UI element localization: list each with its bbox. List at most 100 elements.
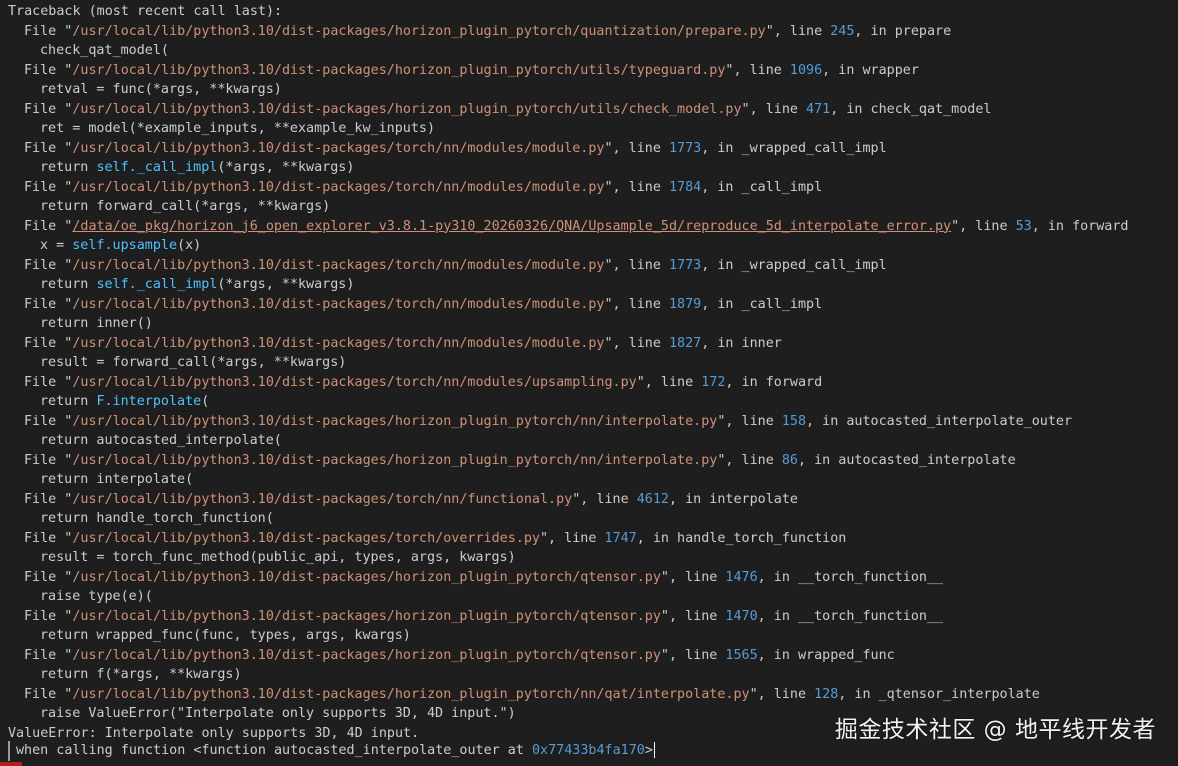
line-number: 1773 bbox=[668, 140, 702, 156]
function-name: autocasted_interpolate_outer bbox=[846, 413, 1073, 429]
traceback-frame-line: File "/usr/local/lib/python3.10/dist-pac… bbox=[24, 452, 1016, 468]
code-symbol: self._call_impl bbox=[96, 277, 218, 292]
line-number: 86 bbox=[781, 452, 798, 468]
file-path-link[interactable]: /usr/local/lib/python3.10/dist-packages/… bbox=[72, 570, 661, 585]
source-code-line: result = torch_func_method(public_api, t… bbox=[8, 548, 1178, 568]
source-code-text: result = forward_call(*args, **kwargs) bbox=[40, 355, 347, 370]
file-path-link[interactable]: /usr/local/lib/python3.10/dist-packages/… bbox=[72, 648, 661, 663]
file-path-link[interactable]: /usr/local/lib/python3.10/dist-packages/… bbox=[72, 531, 540, 546]
source-code-text: (*args, **kwargs) bbox=[217, 277, 355, 292]
function-name: forward bbox=[765, 374, 823, 390]
traceback-frame-line: File "/usr/local/lib/python3.10/dist-pac… bbox=[24, 101, 992, 117]
source-code-text: ret = model(*example_inputs, **example_k… bbox=[40, 121, 436, 136]
line-number: 471 bbox=[806, 101, 831, 117]
line-number: 1470 bbox=[725, 608, 758, 624]
traceback-frame-line: File "/usr/local/lib/python3.10/dist-pac… bbox=[24, 413, 1073, 429]
watermark: 掘金技术社区 @ 地平线开发者 bbox=[834, 717, 1156, 743]
function-name: _call_impl bbox=[741, 296, 823, 312]
function-name: _call_impl bbox=[741, 179, 823, 195]
source-code-line: return f(*args, **kwargs) bbox=[8, 665, 1178, 685]
line-number: 1879 bbox=[668, 296, 702, 312]
source-code-text: return forward_call(*args, **kwargs) bbox=[40, 199, 331, 214]
file-path-link[interactable]: /usr/local/lib/python3.10/dist-packages/… bbox=[72, 63, 725, 78]
file-path-link[interactable]: /usr/local/lib/python3.10/dist-packages/… bbox=[72, 102, 741, 117]
traceback-frame-line: File "/data/oe_pkg/horizon_j6_open_explo… bbox=[24, 218, 1129, 234]
source-code-line: return forward_call(*args, **kwargs) bbox=[8, 197, 1178, 217]
source-code-line: check_qat_model( bbox=[8, 41, 1178, 61]
line-number: 172 bbox=[701, 374, 726, 390]
function-name: interpolate bbox=[709, 491, 798, 507]
source-code-line: retval = func(*args, **kwargs) bbox=[8, 80, 1178, 100]
corner-indicator bbox=[0, 762, 22, 766]
file-path-link[interactable]: /usr/local/lib/python3.10/dist-packages/… bbox=[72, 180, 604, 195]
source-code-text: return interpolate( bbox=[40, 472, 194, 487]
source-code-line: return inner() bbox=[8, 314, 1178, 334]
source-code-text: return autocasted_interpolate( bbox=[40, 433, 282, 448]
source-code-text: return bbox=[40, 394, 97, 409]
file-path-link[interactable]: /data/oe_pkg/horizon_j6_open_explorer_v3… bbox=[72, 219, 951, 234]
line-number: 1773 bbox=[668, 257, 702, 273]
function-name: _wrapped_call_impl bbox=[741, 140, 887, 156]
traceback-frame-line: File "/usr/local/lib/python3.10/dist-pac… bbox=[24, 179, 823, 195]
source-code-text: check_qat_model( bbox=[40, 43, 169, 58]
file-path-link[interactable]: /usr/local/lib/python3.10/dist-packages/… bbox=[72, 336, 604, 351]
source-code-text: result = torch_func_method(public_api, t… bbox=[40, 550, 516, 565]
source-code-line: result = forward_call(*args, **kwargs) bbox=[8, 353, 1178, 373]
function-name: autocasted_interpolate bbox=[838, 452, 1016, 468]
source-code-text: x = bbox=[40, 238, 73, 253]
line-number: 245 bbox=[830, 23, 855, 39]
file-path-link[interactable]: /usr/local/lib/python3.10/dist-packages/… bbox=[72, 258, 604, 273]
file-path-link[interactable]: /usr/local/lib/python3.10/dist-packages/… bbox=[72, 414, 717, 429]
memory-address: 0x77433b4fa170 bbox=[531, 743, 645, 758]
traceback-frame-line: File "/usr/local/lib/python3.10/dist-pac… bbox=[24, 686, 1040, 702]
source-code-line: return F.interpolate( bbox=[8, 392, 1178, 412]
source-code-line: return self._call_impl(*args, **kwargs) bbox=[8, 275, 1178, 295]
line-number: 128 bbox=[814, 686, 839, 702]
source-code-text: raise type(e)( bbox=[40, 589, 153, 604]
line-number: 4612 bbox=[636, 491, 669, 507]
source-code-text: retval = func(*args, **kwargs) bbox=[40, 82, 282, 97]
function-name: check_qat_model bbox=[870, 101, 992, 117]
traceback-frame-line: File "/usr/local/lib/python3.10/dist-pac… bbox=[24, 335, 782, 351]
function-name: wrapped_func bbox=[797, 647, 895, 663]
source-code-line: raise type(e)( bbox=[8, 587, 1178, 607]
source-code-text: ( bbox=[201, 394, 210, 409]
source-code-text: return bbox=[40, 277, 97, 292]
function-name: inner bbox=[741, 335, 782, 351]
source-code-text: return bbox=[40, 160, 97, 175]
line-number: 158 bbox=[781, 413, 807, 429]
tail-text: when calling function <function autocast… bbox=[16, 743, 532, 758]
file-path-link[interactable]: /usr/local/lib/python3.10/dist-packages/… bbox=[72, 453, 717, 468]
text-cursor bbox=[653, 742, 655, 758]
traceback-frame-line: File "/usr/local/lib/python3.10/dist-pac… bbox=[24, 140, 887, 156]
function-name: __torch_function__ bbox=[797, 608, 944, 624]
file-path-link[interactable]: /usr/local/lib/python3.10/dist-packages/… bbox=[72, 375, 636, 390]
file-path-link[interactable]: /usr/local/lib/python3.10/dist-packages/… bbox=[72, 492, 572, 507]
source-code-text: (x) bbox=[177, 238, 202, 253]
file-path-link[interactable]: /usr/local/lib/python3.10/dist-packages/… bbox=[72, 687, 749, 702]
terminal-output: Traceback (most recent call last): File … bbox=[8, 2, 1178, 743]
code-symbol: self._call_impl bbox=[96, 160, 218, 175]
traceback-frame-line: File "/usr/local/lib/python3.10/dist-pac… bbox=[24, 62, 919, 78]
function-name: prepare bbox=[894, 23, 952, 39]
file-path-link[interactable]: /usr/local/lib/python3.10/dist-packages/… bbox=[72, 609, 661, 624]
source-code-line: ret = model(*example_inputs, **example_k… bbox=[8, 119, 1178, 139]
function-name: forward bbox=[1072, 218, 1129, 234]
function-name: __torch_function__ bbox=[797, 569, 944, 585]
traceback-frames: File "/usr/local/lib/python3.10/dist-pac… bbox=[8, 22, 1178, 724]
traceback-frame-line: File "/usr/local/lib/python3.10/dist-pac… bbox=[24, 608, 944, 624]
function-name: _wrapped_call_impl bbox=[741, 257, 887, 273]
file-path-link[interactable]: /usr/local/lib/python3.10/dist-packages/… bbox=[72, 141, 604, 156]
code-symbol: F.interpolate bbox=[96, 394, 202, 409]
file-path-link[interactable]: /usr/local/lib/python3.10/dist-packages/… bbox=[72, 24, 765, 39]
line-number: 1784 bbox=[668, 179, 702, 195]
traceback-frame-line: File "/usr/local/lib/python3.10/dist-pac… bbox=[24, 23, 952, 39]
source-code-line: return wrapped_func(func, types, args, k… bbox=[8, 626, 1178, 646]
line-number: 1827 bbox=[668, 335, 702, 351]
code-symbol: self.upsample bbox=[72, 238, 178, 253]
error-context-line: when calling function <function autocast… bbox=[8, 741, 655, 761]
source-code-line: return autocasted_interpolate( bbox=[8, 431, 1178, 451]
source-code-text: return inner() bbox=[40, 316, 153, 331]
traceback-frame-line: File "/usr/local/lib/python3.10/dist-pac… bbox=[24, 257, 887, 273]
file-path-link[interactable]: /usr/local/lib/python3.10/dist-packages/… bbox=[72, 297, 604, 312]
